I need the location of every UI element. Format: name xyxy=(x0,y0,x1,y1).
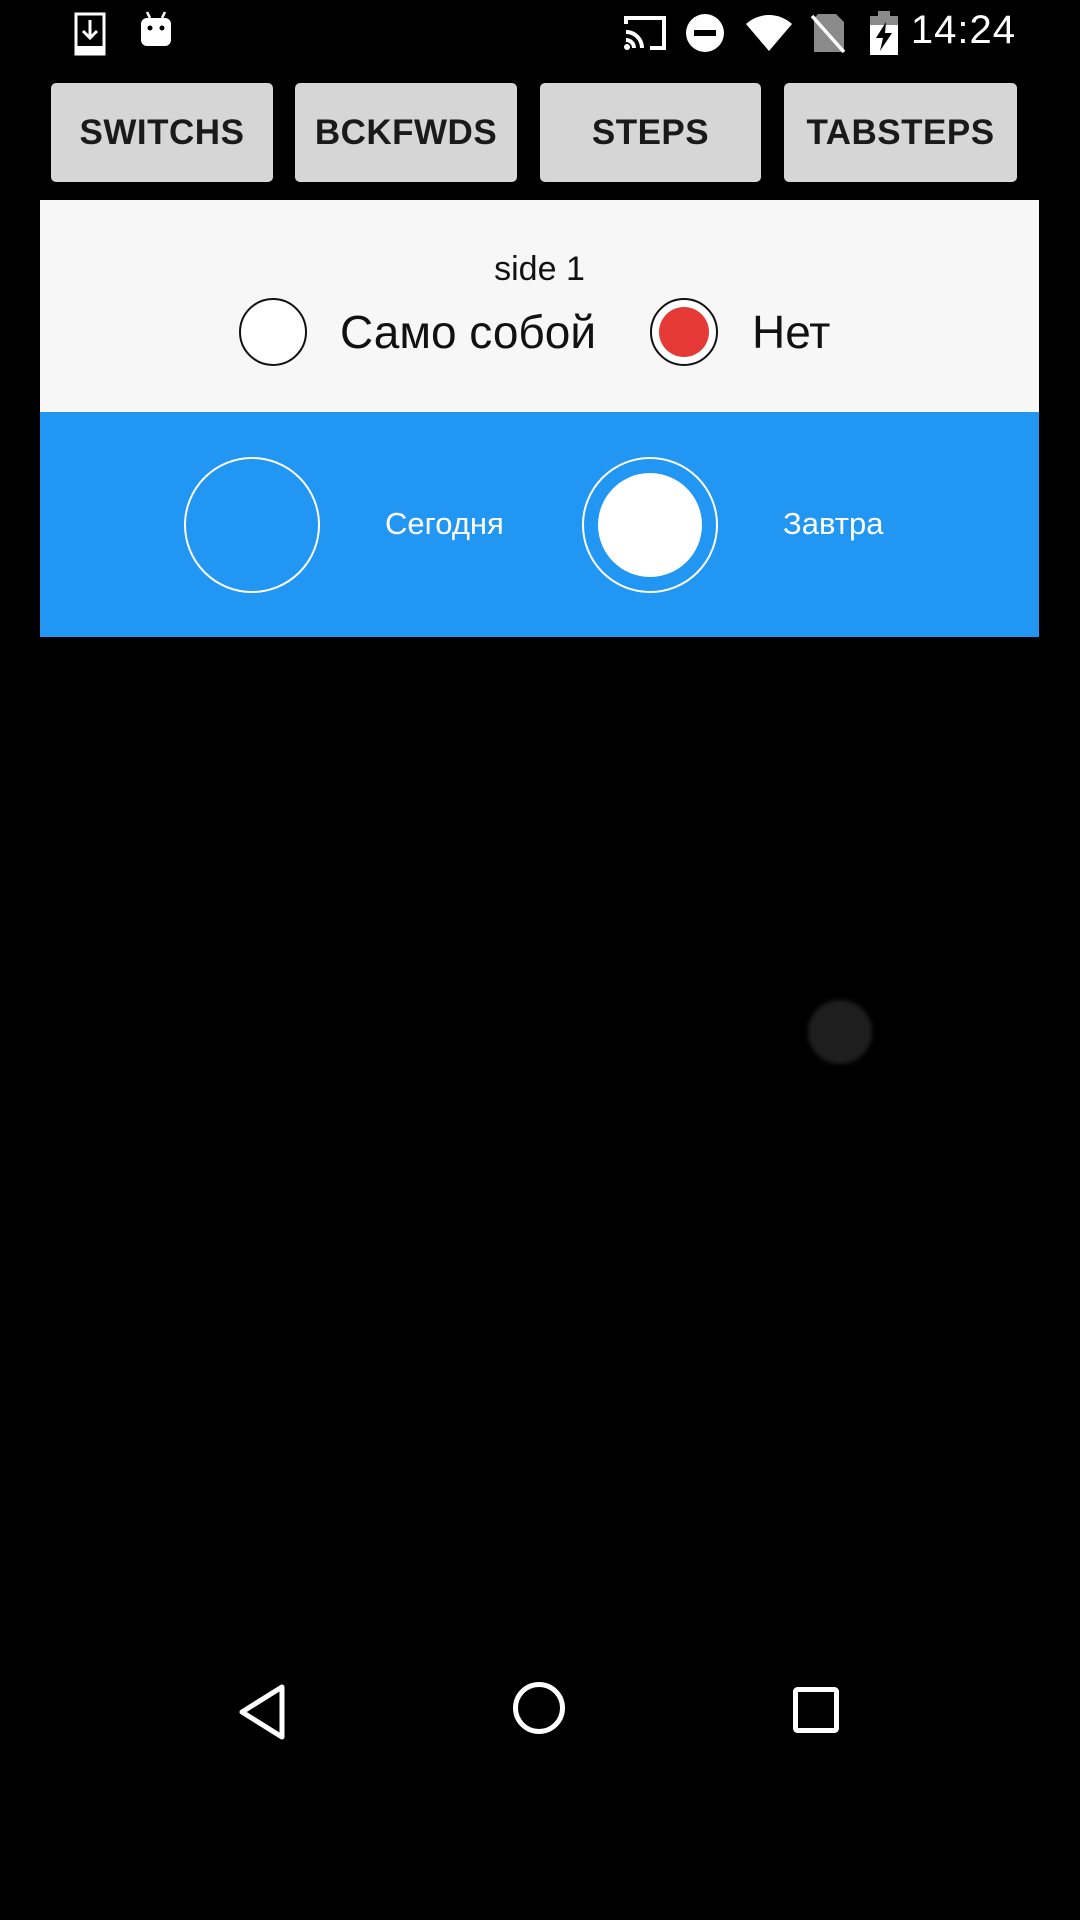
radio-net-label[interactable]: Нет xyxy=(752,299,830,365)
day-option-zavtra-fill xyxy=(598,473,702,577)
tab-switchs-button[interactable]: SWITCHS xyxy=(51,83,273,182)
tab-tabsteps-button[interactable]: TABSTEPS xyxy=(784,83,1017,182)
day-option-zavtra[interactable] xyxy=(582,457,718,593)
touch-indicator xyxy=(808,1000,872,1064)
home-icon[interactable] xyxy=(512,1681,566,1735)
day-panel: Сегодня Завтра xyxy=(40,412,1039,637)
radio-samo-soboi-dot xyxy=(248,307,298,357)
back-icon[interactable] xyxy=(236,1683,290,1741)
screen: 14:24 SWITCHS BCKFWDS STEPS TABSTEPS sid… xyxy=(0,0,1080,1920)
side-panel-title: side 1 xyxy=(494,250,585,288)
day-option-segodnya[interactable] xyxy=(184,457,320,593)
radio-samo-soboi[interactable] xyxy=(239,298,307,366)
radio-net[interactable] xyxy=(650,298,718,366)
radio-samo-soboi-label[interactable]: Само собой xyxy=(340,299,596,365)
tab-button-row: SWITCHS BCKFWDS STEPS TABSTEPS xyxy=(0,0,1080,190)
tab-bckfwds-button[interactable]: BCKFWDS xyxy=(295,83,517,182)
tab-steps-button[interactable]: STEPS xyxy=(540,83,761,182)
day-option-zavtra-label[interactable]: Завтра xyxy=(783,504,883,544)
recents-icon[interactable] xyxy=(792,1686,840,1734)
side-panel: side 1 Само собой Нет xyxy=(40,200,1039,412)
day-option-segodnya-label[interactable]: Сегодня xyxy=(385,504,504,544)
radio-net-dot xyxy=(659,307,709,357)
